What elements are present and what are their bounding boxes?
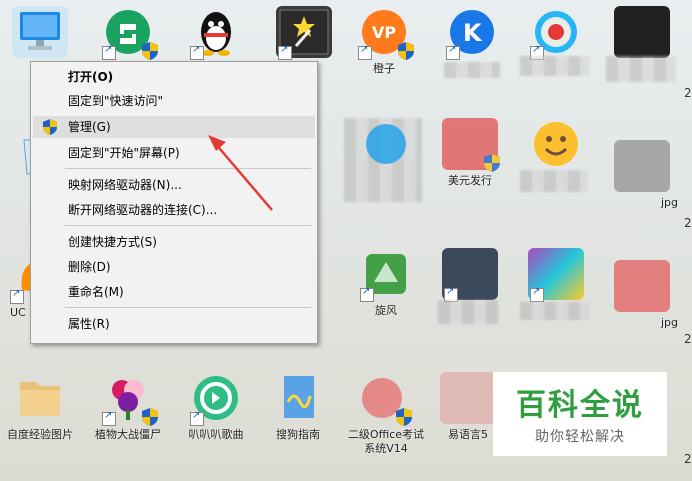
watermark-subtitle: 助你轻松解决	[535, 429, 625, 445]
watermark-title: 百科全说	[516, 388, 644, 423]
watermark-logo: 百科全说 助你轻松解决	[493, 372, 667, 456]
